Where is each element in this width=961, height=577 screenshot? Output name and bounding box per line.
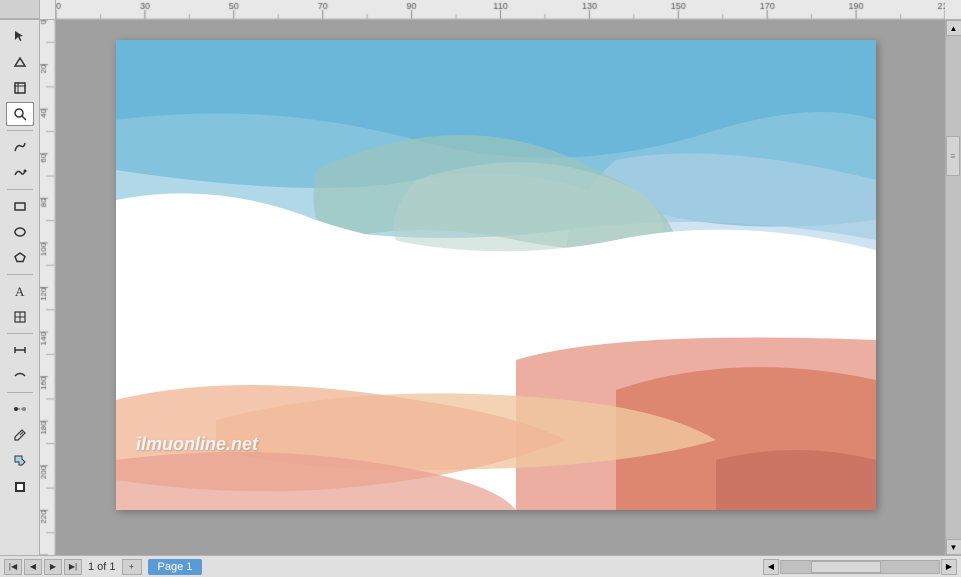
scroll-left-btn[interactable]: ◀ bbox=[763, 559, 779, 575]
scroll-thumb-h[interactable] bbox=[811, 561, 881, 573]
vertical-ruler-canvas bbox=[40, 20, 56, 555]
svg-text:A: A bbox=[15, 284, 25, 298]
tool-smartdraw[interactable] bbox=[6, 161, 34, 185]
tool-rectangle[interactable] bbox=[6, 194, 34, 218]
artwork-svg bbox=[116, 40, 876, 510]
tool-dimension[interactable] bbox=[6, 338, 34, 362]
tool-pointer[interactable] bbox=[6, 24, 34, 48]
tool-freehand[interactable] bbox=[6, 135, 34, 159]
tool-shape[interactable] bbox=[6, 50, 34, 74]
ruler-corner-v bbox=[40, 0, 56, 19]
separator-2 bbox=[7, 189, 33, 190]
scroll-up-btn[interactable]: ▲ bbox=[946, 20, 961, 36]
tool-blend[interactable] bbox=[6, 397, 34, 421]
vertical-scrollbar[interactable]: ▲ ≡ ▼ bbox=[945, 20, 961, 555]
tool-dropper[interactable] bbox=[6, 423, 34, 447]
scroll-right-btn[interactable]: ▶ bbox=[941, 559, 957, 575]
vertical-ruler bbox=[40, 20, 56, 555]
nav-prev-btn[interactable]: ◀ bbox=[24, 559, 42, 575]
page-tab[interactable]: Page 1 bbox=[148, 559, 203, 575]
nav-next-btn[interactable]: ▶ bbox=[44, 559, 62, 575]
ruler-corner bbox=[0, 0, 40, 19]
nav-last-btn[interactable]: ▶| bbox=[64, 559, 82, 575]
horizontal-ruler bbox=[56, 0, 945, 19]
tool-text[interactable]: A bbox=[6, 279, 34, 303]
tool-connector[interactable] bbox=[6, 364, 34, 388]
horizontal-scrollbar[interactable]: ◀ ▶ bbox=[763, 559, 957, 575]
tool-zoom[interactable] bbox=[6, 102, 34, 126]
scroll-grip: ≡ bbox=[950, 151, 954, 161]
status-bar: |◀ ◀ ▶ ▶| 1 of 1 + Page 1 ◀ ▶ bbox=[0, 555, 961, 577]
tool-table[interactable] bbox=[6, 305, 34, 329]
page-indicator: 1 of 1 bbox=[84, 561, 120, 573]
scroll-down-btn[interactable]: ▼ bbox=[946, 539, 961, 555]
tool-ellipse[interactable] bbox=[6, 220, 34, 244]
tool-polygon[interactable] bbox=[6, 246, 34, 270]
separator-1 bbox=[7, 130, 33, 131]
nav-first-btn[interactable]: |◀ bbox=[4, 559, 22, 575]
tool-outline[interactable] bbox=[6, 475, 34, 499]
scroll-track-h[interactable] bbox=[780, 560, 940, 574]
page-canvas: ilmuonline.net bbox=[116, 40, 876, 510]
separator-5 bbox=[7, 392, 33, 393]
tool-fill[interactable] bbox=[6, 449, 34, 473]
scroll-thumb-v[interactable]: ≡ bbox=[946, 136, 960, 176]
horizontal-ruler-canvas bbox=[56, 0, 945, 19]
add-page-btn[interactable]: + bbox=[122, 559, 142, 575]
ruler-right-corner bbox=[945, 0, 961, 19]
tool-crop[interactable] bbox=[6, 76, 34, 100]
separator-4 bbox=[7, 333, 33, 334]
toolbox: A bbox=[0, 20, 40, 555]
scroll-track-v[interactable]: ≡ bbox=[946, 36, 961, 539]
separator-3 bbox=[7, 274, 33, 275]
canvas-workspace[interactable]: ilmuonline.net bbox=[56, 20, 945, 555]
